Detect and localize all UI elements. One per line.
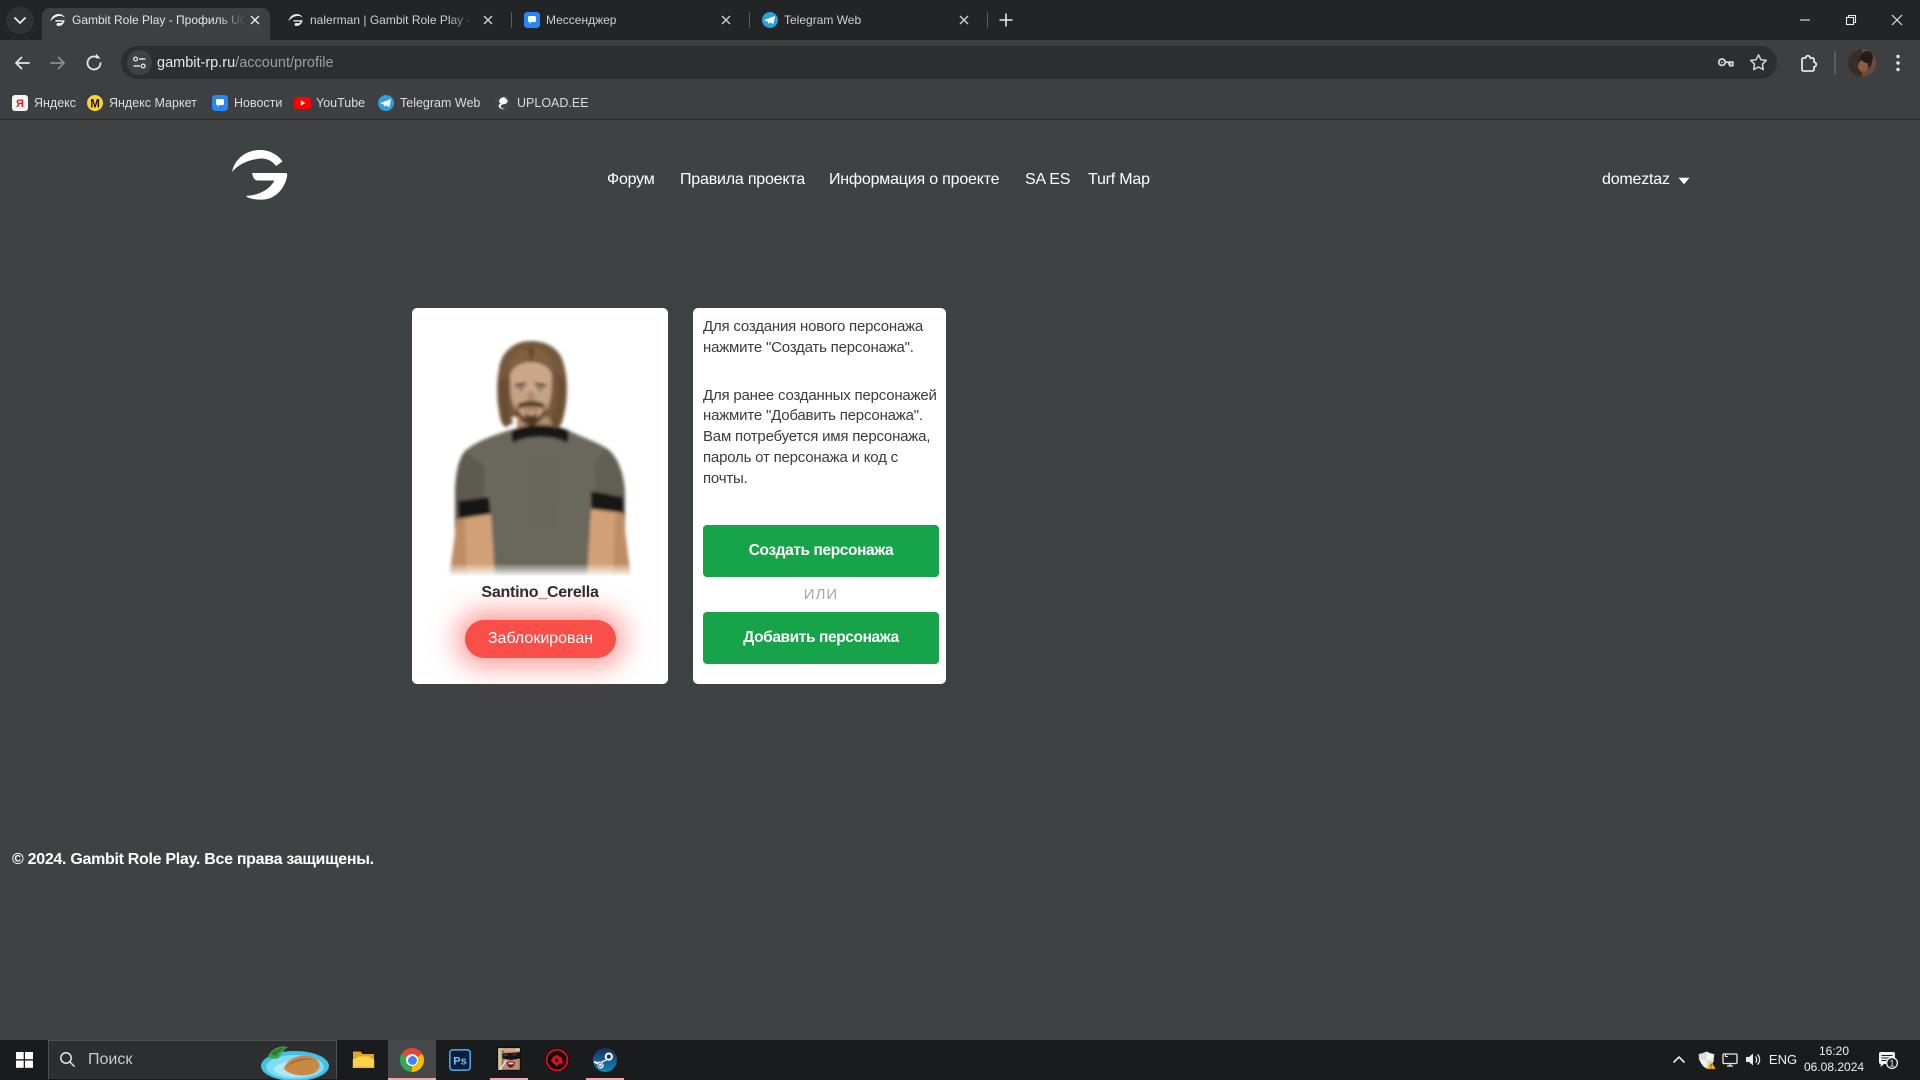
svg-text:Ps: Ps	[453, 1056, 466, 1068]
svg-text:Я: Я	[16, 98, 24, 110]
svg-text:M: M	[90, 98, 100, 110]
svg-text:1: 1	[1889, 1059, 1894, 1069]
